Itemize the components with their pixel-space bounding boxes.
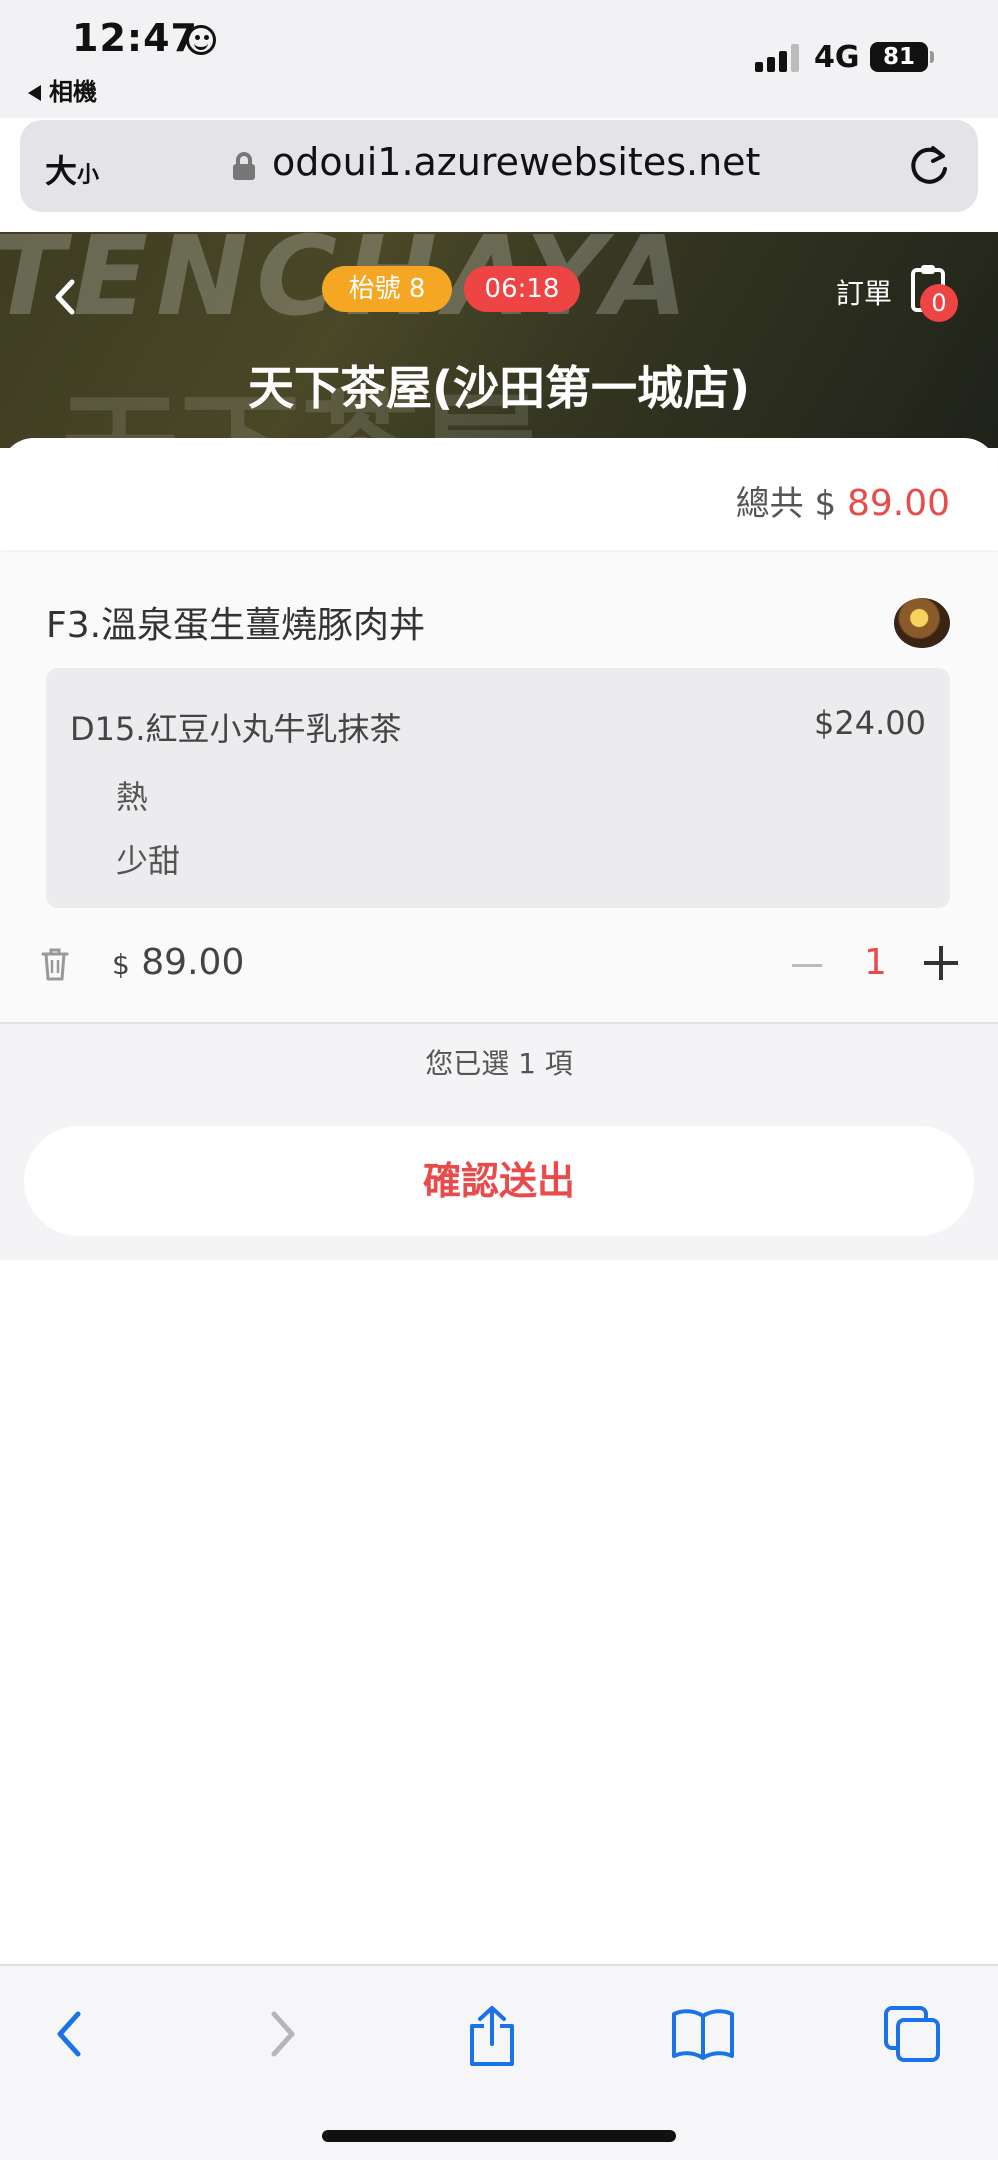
increase-quantity-button[interactable]	[924, 946, 958, 980]
back-to-app-link[interactable]: 相機	[28, 72, 97, 107]
address-bar[interactable]: 大小 odoui1.azurewebsites.net	[20, 120, 978, 212]
table-number-badge: 枱號 8	[322, 266, 452, 312]
text-size-small: 小	[77, 163, 100, 188]
status-time: 12:47	[72, 16, 198, 60]
bookmarks-icon[interactable]	[670, 2004, 736, 2064]
signal-icon	[755, 44, 803, 72]
addon-price: $24.00	[814, 704, 926, 742]
trash-icon[interactable]	[40, 946, 70, 982]
reload-icon[interactable]	[906, 142, 952, 188]
selected-count-text: 您已選 1 項	[425, 1047, 573, 1080]
back-icon[interactable]	[44, 2004, 94, 2064]
url-text[interactable]: odoui1.azurewebsites.net	[272, 140, 760, 184]
item-name: F3.溫泉蛋生薑燒豚肉丼	[46, 605, 426, 646]
quantity-value: 1	[864, 942, 887, 983]
back-triangle-icon	[28, 85, 41, 101]
currency-symbol: $	[112, 948, 130, 981]
timer-badge: 06:18	[464, 266, 580, 312]
divider	[0, 1022, 998, 1024]
home-indicator	[322, 2130, 676, 2142]
status-bar: 12:47 相機 4G 81	[0, 0, 998, 118]
focus-smiley-icon	[186, 25, 216, 55]
item-thumbnail	[894, 598, 950, 648]
order-count-badge: 0	[920, 284, 958, 322]
addon-option: 熱	[116, 778, 149, 816]
item-price-value: 89.00	[141, 942, 245, 983]
network-type: 4G	[814, 40, 860, 75]
lock-icon	[233, 152, 255, 180]
back-app-label: 相機	[49, 78, 97, 106]
addon-option: 少甜	[116, 842, 181, 880]
total-label: 總共 $	[735, 484, 847, 524]
cart-content: F3.溫泉蛋生薑燒豚肉丼 D15.紅豆小丸牛乳抹茶 $24.00 熱 少甜 $ …	[0, 552, 998, 1260]
tabs-icon[interactable]	[882, 2004, 944, 2066]
total-summary: 總共 $ 89.00	[0, 438, 998, 550]
order-label[interactable]: 訂單	[836, 272, 892, 312]
back-icon[interactable]	[44, 272, 84, 322]
cart-item: F3.溫泉蛋生薑燒豚肉丼 D15.紅豆小丸牛乳抹茶 $24.00 熱 少甜 $ …	[0, 552, 998, 1022]
battery-tip	[930, 51, 934, 63]
addon-box: D15.紅豆小丸牛乳抹茶 $24.00 熱 少甜	[46, 668, 950, 908]
text-size-button[interactable]: 大小	[45, 146, 99, 192]
item-price: $ 89.00	[112, 942, 244, 983]
forward-icon[interactable]	[258, 2004, 308, 2064]
total-line: 總共 $ 89.00	[736, 476, 950, 525]
store-header: TENCHAYA 天下茶屋 枱號 8 06:18 訂單 0 天下茶屋(沙田第一城…	[0, 232, 998, 448]
addon-name: D15.紅豆小丸牛乳抹茶	[70, 710, 402, 748]
total-amount: 89.00	[846, 483, 950, 524]
battery-icon: 81	[870, 42, 928, 72]
text-size-big: 大	[45, 152, 78, 190]
share-icon[interactable]	[464, 2004, 520, 2068]
confirm-submit-button[interactable]: 確認送出	[24, 1126, 974, 1236]
decrease-quantity-button[interactable]	[792, 964, 822, 967]
store-name: 天下茶屋(沙田第一城店)	[247, 361, 751, 415]
